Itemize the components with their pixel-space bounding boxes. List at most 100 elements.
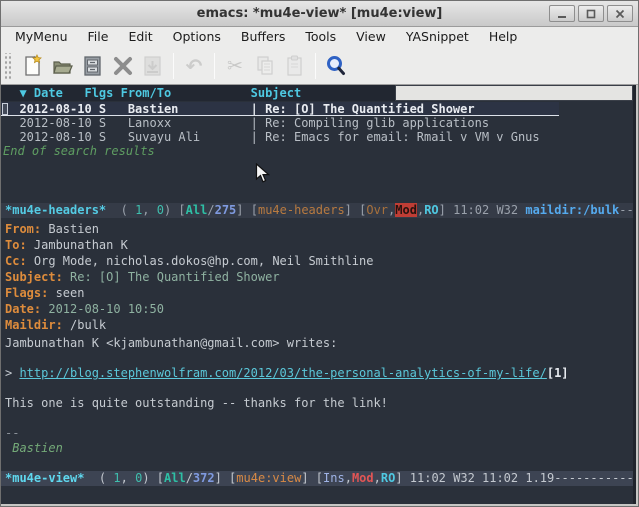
modeline-major-mode: mu4e-headers — [258, 203, 345, 217]
message-view-window: From: Bastien To: Jambunathan K Cc: Org … — [1, 218, 633, 471]
field-sep: : — [34, 302, 48, 316]
titlebar[interactable]: emacs: *mu4e-view* [mu4e:view] — [1, 1, 638, 27]
modeline-text: ( — [84, 471, 113, 485]
field-value: Jambunathan K — [34, 238, 128, 252]
copy-button — [250, 51, 280, 81]
paste-clipboard-icon — [283, 54, 307, 78]
maximize-icon — [586, 9, 596, 19]
field-label: Flags — [5, 286, 41, 300]
message-row[interactable]: 2012-08-10 S Suvayu Ali | Re: Emacs for … — [1, 130, 633, 144]
signature: Bastien — [1, 441, 633, 456]
message-row-selected[interactable]: 2012-08-10 S Bastien | Re: [O] The Quant… — [1, 102, 559, 116]
modeline-dashes: -------------------------------- — [554, 471, 633, 485]
cut-scissors-icon: ✂ — [227, 55, 243, 77]
modeline-text: ] [ — [301, 471, 323, 485]
menu-item-file[interactable]: File — [78, 27, 119, 47]
message-row[interactable]: 2012-08-10 S Lanoxx | Re: Compiling glib… — [1, 116, 633, 130]
new-file-icon — [21, 54, 45, 78]
field-value: Bastien — [48, 222, 99, 236]
modeline-readonly-flag: RO — [424, 203, 438, 217]
emacs-content-area: ▼ Date Flgs From/To Subject 2012-08-10 S… — [1, 85, 636, 504]
menu-item-view[interactable]: View — [346, 27, 396, 47]
modeline-all-label: All — [164, 471, 186, 485]
toolbar-drag-handle[interactable] — [3, 53, 12, 79]
open-file-button[interactable] — [48, 51, 78, 81]
blank-line — [1, 351, 633, 366]
modeline-text: ) [ — [164, 203, 186, 217]
save-as-button — [138, 51, 168, 81]
view-modeline: *mu4e-view* ( 1, 0) [All/372] [mu4e:view… — [1, 471, 633, 486]
modeline-text: , — [345, 471, 352, 485]
field-label: From — [5, 222, 34, 236]
paste-button — [280, 51, 310, 81]
delete-button[interactable] — [108, 51, 138, 81]
end-of-results-label: End of search results — [1, 144, 633, 158]
modeline-count: 275 — [215, 203, 237, 217]
modeline-ins-flag: Ins — [323, 471, 345, 485]
toolbar-separator — [315, 53, 316, 79]
maximize-button[interactable] — [578, 5, 604, 22]
menu-item-options[interactable]: Options — [163, 27, 231, 47]
signature-separator: -- — [1, 426, 633, 441]
modeline-text: ] [ — [345, 203, 367, 217]
emacs-window-frame: emacs: *mu4e-view* [mu4e:view] MyMenu Fi… — [0, 0, 639, 507]
hyperlink[interactable]: http://blog.stephenwolfram.com/2012/03/t… — [19, 366, 546, 380]
field-sep: : — [19, 254, 33, 268]
close-button[interactable] — [607, 5, 633, 22]
mouse-pointer-icon — [255, 163, 270, 188]
message-body: Jambunathan K <kjambunathan@gmail.com> w… — [1, 336, 633, 456]
open-folder-icon — [51, 54, 75, 78]
modeline-text: / — [186, 471, 193, 485]
field-value: Re: [O] The Quantified Shower — [70, 270, 280, 284]
quoted-link-line: > http://blog.stephenwolfram.com/2012/03… — [1, 366, 633, 381]
save-icon — [81, 54, 105, 78]
menu-item-buffers[interactable]: Buffers — [231, 27, 295, 47]
modeline-mod-flag: Mod — [395, 203, 417, 217]
field-label: Maildir — [5, 318, 56, 332]
menu-item-mymenu[interactable]: MyMenu — [5, 27, 78, 47]
field-maildir: Maildir: /bulk — [1, 317, 633, 333]
modeline-time: 11:02 W32 — [453, 203, 525, 217]
menu-item-help[interactable]: Help — [479, 27, 528, 47]
field-label: Date — [5, 302, 34, 316]
new-file-button[interactable] — [18, 51, 48, 81]
menu-item-yasnippet[interactable]: YASnippet — [396, 27, 479, 47]
menubar: MyMenu File Edit Options Buffers Tools V… — [1, 27, 638, 47]
field-sep: : — [41, 286, 55, 300]
blank-line — [1, 381, 633, 396]
menu-item-tools[interactable]: Tools — [295, 27, 346, 47]
close-icon — [615, 9, 625, 19]
headers-scrollbar[interactable] — [395, 85, 633, 101]
modeline-text: , — [142, 203, 156, 217]
modeline-count: 372 — [193, 471, 215, 485]
field-sep: : — [19, 238, 33, 252]
delete-x-icon — [112, 55, 134, 77]
modeline-mod-flag: Mod — [352, 471, 374, 485]
echo-area[interactable] — [1, 486, 633, 504]
save-button[interactable] — [78, 51, 108, 81]
modeline-readonly-flag: RO — [381, 471, 395, 485]
search-magnifier-icon — [324, 54, 348, 78]
body-intro-line: Jambunathan K <kjambunathan@gmail.com> w… — [1, 336, 633, 351]
modeline-text: , — [121, 471, 135, 485]
modeline-text: , — [374, 471, 381, 485]
field-label: Cc — [5, 254, 19, 268]
link-footnote-ref: [1] — [547, 366, 569, 380]
minimize-button[interactable] — [549, 5, 575, 22]
modeline-line-number: 1 — [113, 471, 120, 485]
cut-button: ✂ — [220, 51, 250, 81]
modeline-text: / — [207, 203, 214, 217]
menu-item-edit[interactable]: Edit — [118, 27, 162, 47]
field-value: /bulk — [70, 318, 106, 332]
fringe-cursor — [2, 103, 8, 115]
field-to: To: Jambunathan K — [1, 237, 633, 253]
undo-button: ↶ — [179, 51, 209, 81]
modeline-ovr-flag: Ovr — [366, 203, 388, 217]
modeline-text: ( — [106, 203, 135, 217]
modeline-text: ] [ — [215, 471, 237, 485]
field-subject: Subject: Re: [O] The Quantified Shower — [1, 269, 633, 285]
modeline-buffer-name: *mu4e-headers* — [5, 203, 106, 217]
field-value: Org Mode, nicholas.dokos@hp.com, Neil Sm… — [34, 254, 374, 268]
search-button[interactable] — [321, 51, 351, 81]
modeline-text: ] [ — [236, 203, 258, 217]
